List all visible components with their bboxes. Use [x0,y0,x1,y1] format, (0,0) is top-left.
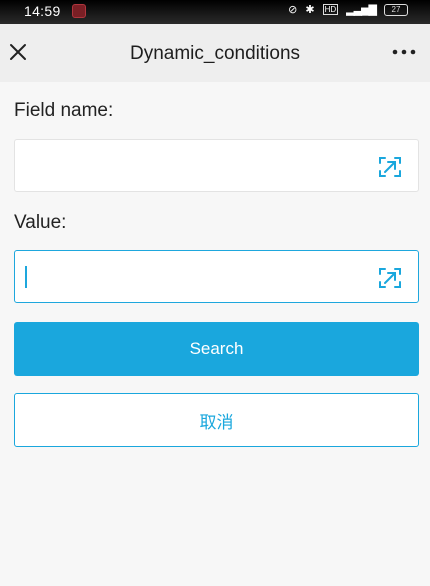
search-button[interactable]: Search [14,322,419,376]
field-name-input-box[interactable] [14,139,419,192]
scan-icon [379,268,401,288]
bluetooth-icon: ✱ [305,4,315,16]
title-bar: Dynamic_conditions [0,24,430,82]
field-name-input[interactable] [25,140,365,191]
mute-icon: ⊘ [288,4,298,16]
value-input-box[interactable] [14,250,419,303]
more-button[interactable] [390,42,418,62]
value-scan-button[interactable] [378,266,402,290]
field-name-label: Field name: [14,100,114,121]
signal-icon: ▂▃▅▇ [346,4,377,16]
status-icons: ⊘ ✱ HD ▂▃▅▇ 27 [288,3,408,16]
field-name-scan-button[interactable] [378,155,402,179]
battery-icon: 27 [384,3,408,16]
scan-icon [379,157,401,177]
value-input[interactable] [25,251,365,302]
status-bar: 14:59 ⊘ ✱ HD ▂▃▅▇ 27 [0,0,430,24]
more-icon [392,49,416,55]
cancel-button[interactable]: 取消 [14,393,419,447]
hd-icon: HD [322,4,339,15]
app-notification-icon [72,4,86,18]
battery-level: 27 [391,4,401,14]
status-time: 14:59 [24,3,61,19]
page-title: Dynamic_conditions [129,43,301,64]
value-label: Value: [14,212,67,233]
